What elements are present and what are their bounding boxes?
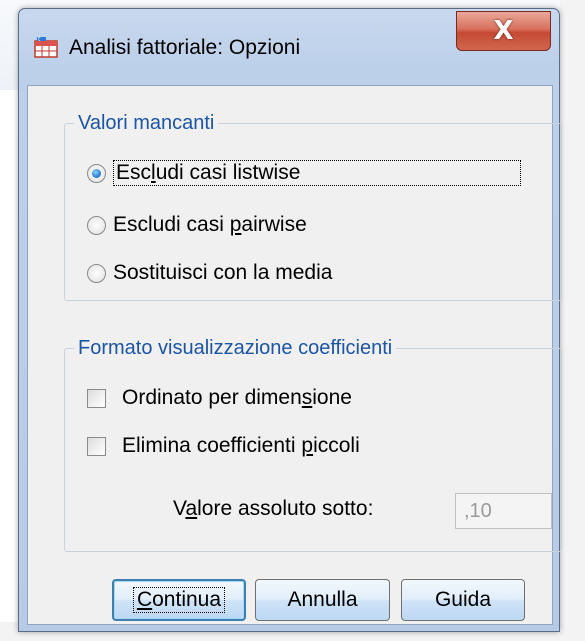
spss-table-icon: t [34,36,58,58]
coefficient-format-legend: Formato visualizzazione coefficienti [74,337,397,360]
radio-pairwise-label: Escludi casi pairwise [113,213,307,236]
missing-values-group: Valori mancanti Escludi casi listwise Es… [64,112,562,301]
coefficient-format-group: Formato visualizzazione coefficienti Ord… [64,337,562,552]
abs-value-input[interactable]: ,10 [455,493,552,529]
options-dialog: t Analisi fattoriale: Opzioni X Valori m… [18,8,562,632]
checkbox-sorted-label: Ordinato per dimensione [122,386,352,409]
radio-pairwise-button[interactable] [87,215,106,235]
radio-replace-mean-button[interactable] [87,263,106,283]
checkbox-suppress-label: Elimina coefficienti piccoli [122,434,360,457]
background-window-edge [560,0,585,641]
close-icon: X [493,16,514,46]
checkbox-sorted[interactable]: Ordinato per dimensione [87,383,352,413]
checkbox-suppress[interactable]: Elimina coefficienti piccoli [87,431,360,461]
window-title: Analisi fattoriale: Opzioni [69,36,301,59]
title-bar[interactable]: t Analisi fattoriale: Opzioni X [19,9,559,77]
dialog-client-area: Valori mancanti Escludi casi listwise Es… [27,85,562,625]
radio-listwise-label: Escludi casi listwise [113,160,521,186]
missing-values-legend: Valori mancanti [74,112,219,135]
continue-button[interactable]: Continua [112,579,246,621]
help-button[interactable]: Guida [401,579,525,621]
continue-button-label: Continua [132,587,226,613]
radio-replace-mean-label: Sostituisci con la media [113,261,333,284]
checkbox-suppress-box[interactable] [87,436,106,456]
checkbox-sorted-box[interactable] [87,388,106,408]
radio-replace-mean[interactable]: Sostituisci con la media [87,258,332,288]
cancel-button[interactable]: Annulla [255,579,390,621]
radio-listwise-button[interactable] [87,163,106,183]
radio-pairwise[interactable]: Escludi casi pairwise [87,210,307,240]
radio-listwise[interactable]: Escludi casi listwise [87,158,521,188]
close-button[interactable]: X [456,11,551,51]
abs-value-label: Valore assoluto sotto: [173,497,374,520]
